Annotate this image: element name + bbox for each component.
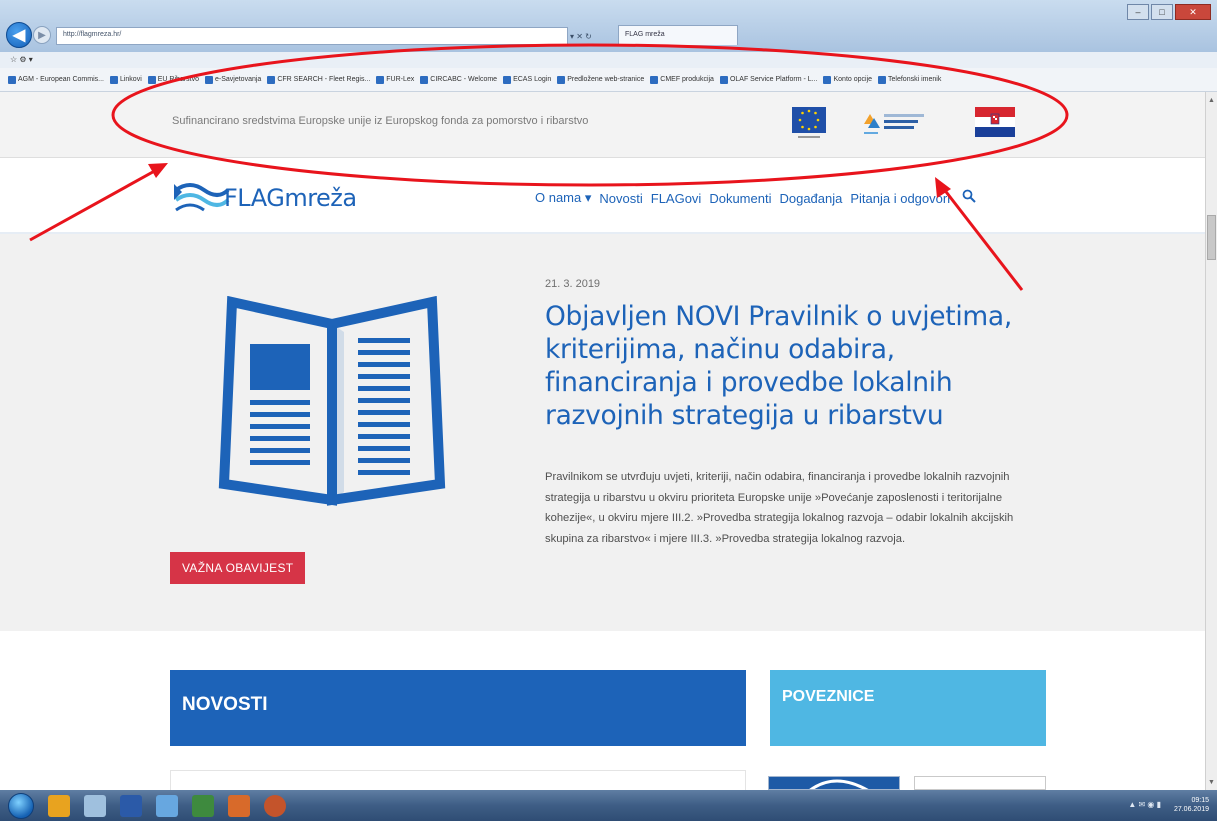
browser-menu-strip[interactable]: ☆ ⚙ ▾	[0, 52, 1217, 68]
page-scrollbar[interactable]	[1205, 92, 1217, 790]
firefox-icon[interactable]	[264, 794, 286, 817]
favorite-label: ECAS Login	[513, 76, 552, 83]
explorer-icon[interactable]	[84, 794, 106, 817]
address-controls[interactable]: ▾ ✕ ↻	[570, 27, 616, 45]
favorite-label: CMEF produkcija	[660, 76, 714, 83]
favorite-link[interactable]: e-Savjetovanja	[205, 75, 262, 84]
favicon-icon	[8, 75, 16, 84]
fish-logo-icon	[174, 183, 230, 212]
internet-explorer-icon[interactable]	[156, 794, 178, 817]
favorite-link[interactable]: ECAS Login	[503, 75, 552, 84]
windows-taskbar: ▲ ✉ ◉ ▮ 09:15 27.06.2019	[0, 790, 1217, 821]
favicon-icon	[878, 75, 887, 84]
nav-pitanja-i-odgovori[interactable]: Pitanja i odgovori	[850, 191, 950, 206]
nav-o-nama[interactable]: O nama ▾	[535, 190, 591, 206]
favorite-link[interactable]: CIRCABC - Welcome	[420, 75, 498, 84]
favorite-link[interactable]: CMEF produkcija	[650, 75, 714, 84]
link-thumbnail[interactable]	[914, 776, 1046, 790]
favorite-link[interactable]: AGM - European Commis...	[8, 75, 104, 84]
favicon-icon	[205, 75, 213, 84]
favorite-label: AGM - European Commis...	[18, 76, 104, 83]
cofinance-text: Sufinancirano sredstvima Europske unije …	[172, 115, 589, 127]
favorite-link[interactable]: Telefonski imenik	[878, 75, 942, 84]
maximize-button[interactable]: □	[1151, 4, 1173, 20]
excel-icon[interactable]	[192, 794, 214, 817]
scroll-thumb[interactable]	[1207, 215, 1216, 260]
main-nav: O nama ▾ Novosti FLAGovi Dokumenti Događ…	[535, 189, 976, 207]
favicon-icon	[650, 75, 659, 84]
favicon-icon	[267, 75, 276, 84]
favorite-label: CFR SEARCH - Fleet Regis...	[277, 76, 371, 83]
favicon-icon	[376, 75, 385, 84]
search-icon[interactable]	[962, 189, 976, 207]
favicon-icon	[147, 75, 156, 84]
favorite-label: Linkovi	[119, 76, 142, 83]
nav-dokumenti[interactable]: Dokumenti	[709, 191, 771, 206]
favorite-link[interactable]: OLAF Service Platform - L...	[719, 75, 818, 84]
outlook-icon[interactable]	[48, 794, 70, 817]
site-logo[interactable]: FLAGmreža	[172, 180, 357, 214]
logo-text: FLAGmreža	[224, 184, 357, 212]
nav-dogadanja[interactable]: Događanja	[779, 191, 842, 206]
favorite-label: Telefonski imenik	[888, 76, 942, 83]
back-arrow-icon: ◀	[12, 27, 26, 44]
favorite-link[interactable]: Linkovi	[109, 75, 142, 84]
favorite-label: e-Savjetovanja	[215, 76, 262, 83]
link-thumbnail[interactable]	[768, 776, 900, 790]
favorite-label: Konto opcije	[833, 76, 873, 83]
favicon-icon	[109, 75, 118, 84]
important-notice-badge[interactable]: VAŽNA OBAVIJEST	[170, 552, 306, 584]
word-icon[interactable]	[120, 794, 142, 817]
croatia-flag-logo[interactable]	[975, 107, 1015, 137]
favorite-link[interactable]: EU Ribarstvo	[147, 75, 199, 84]
news-section-header: NOVOSTI	[170, 670, 746, 746]
favorite-label: CIRCABC - Welcome	[430, 76, 498, 83]
links-section-header: POVEZNICE	[770, 670, 1046, 746]
nav-flagovi[interactable]: FLAGovi	[651, 191, 702, 206]
open-book-icon	[218, 296, 446, 506]
address-bar[interactable]: http://flagmreza.hr/	[56, 27, 568, 45]
back-button[interactable]: ◀	[6, 22, 32, 48]
favorite-link[interactable]: Predložene web-stranice	[557, 75, 645, 84]
tray-icons[interactable]: ▲ ✉ ◉ ▮	[1128, 800, 1161, 809]
favicon-icon	[420, 75, 429, 84]
window-controls: – □ ✕	[1127, 4, 1211, 20]
favicon-icon	[503, 75, 512, 84]
favorite-label: Predložene web-stranice	[567, 76, 645, 83]
favorite-link[interactable]: FUR-Lex	[376, 75, 415, 84]
clock-date: 27.06.2019	[1173, 806, 1209, 813]
featured-article: VAŽNA OBAVIJEST 21. 3. 2019 Objavljen NO…	[0, 234, 1205, 631]
favicon-icon	[719, 75, 728, 84]
window-title	[430, 8, 750, 18]
favicon-icon	[557, 75, 566, 84]
clock-time: 09:15	[1191, 797, 1209, 804]
favicon-icon	[823, 75, 832, 84]
eu-flag-logo[interactable]	[792, 107, 826, 141]
site-header: FLAGmreža O nama ▾ Novosti FLAGovi Dokum…	[0, 158, 1205, 234]
favorite-label: OLAF Service Platform - L...	[729, 76, 818, 83]
article-summary: Pravilnikom se utvrđuju uvjeti, kriterij…	[545, 471, 1014, 545]
article-title[interactable]: Objavljen NOVI Pravilnik o uvjetima, kri…	[545, 300, 1045, 432]
tab-flagmreza[interactable]: FLAG mreža	[618, 25, 738, 45]
start-button[interactable]	[8, 792, 34, 819]
cofinance-bar: Sufinancirano sredstvima Europske unije …	[0, 92, 1205, 158]
media-icon[interactable]	[228, 794, 250, 817]
news-card[interactable]	[170, 770, 746, 790]
favorite-label: FUR-Lex	[386, 76, 415, 83]
favorite-link[interactable]: Konto opcije	[823, 75, 873, 84]
minimize-button[interactable]: –	[1127, 4, 1149, 20]
forward-button[interactable]: ▶	[33, 26, 51, 44]
browser-titlebar: – □ ✕ ◀ ▶ http://flagmreza.hr/ ▾ ✕ ↻ FLA…	[0, 0, 1217, 52]
ministry-logo[interactable]	[862, 110, 932, 136]
system-clock[interactable]: 09:15 27.06.2019	[1174, 796, 1209, 814]
favorite-label: EU Ribarstvo	[157, 76, 199, 83]
article-date: 21. 3. 2019	[545, 278, 601, 290]
scroll-up-icon[interactable]: ▲	[1206, 94, 1217, 106]
favorite-link[interactable]: CFR SEARCH - Fleet Regis...	[267, 75, 371, 84]
scroll-down-icon[interactable]: ▼	[1206, 776, 1217, 788]
nav-novosti[interactable]: Novosti	[599, 191, 642, 206]
close-button[interactable]: ✕	[1175, 4, 1211, 20]
favorites-bar: AGM - European Commis... Linkovi EU Ribars…	[0, 68, 1217, 92]
forward-arrow-icon: ▶	[38, 29, 46, 41]
